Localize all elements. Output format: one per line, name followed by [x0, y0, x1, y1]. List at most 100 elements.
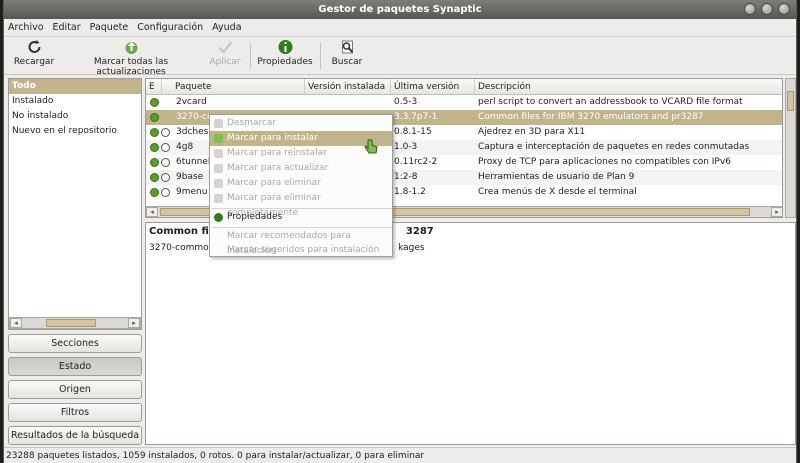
info-icon	[214, 213, 223, 222]
description-title-start: Common fi	[149, 226, 209, 237]
menu-separator	[212, 208, 392, 209]
not-installed-icon[interactable]	[150, 113, 159, 122]
menu-item-mark-upgrade[interactable]: Marcar para actualizar	[210, 161, 392, 176]
filter-list-scrollbar[interactable]: ◂ ▸	[9, 317, 141, 329]
menu-ayuda[interactable]: Ayuda	[212, 22, 241, 33]
window-controls	[744, 3, 790, 15]
supported-icon	[161, 128, 170, 137]
table-row[interactable]: 2vcard 0.5-3 perl script to convert an a…	[146, 95, 782, 110]
reload-icon	[28, 40, 40, 53]
table-vertical-scrollbar[interactable]	[785, 78, 796, 218]
package-description: Crea menús de X desde el terminal	[478, 187, 637, 197]
menu-archivo[interactable]: Archivo	[8, 22, 44, 33]
package-description: Ajedrez en 3D para X11	[478, 127, 586, 137]
column-header-package[interactable]: Paquete	[172, 79, 305, 95]
synaptic-window: Gestor de paquetes Synaptic Archivo Edit…	[3, 0, 797, 463]
column-header-status[interactable]: E	[146, 79, 162, 95]
upgrade-icon	[214, 164, 223, 173]
scroll-right-button[interactable]: ▸	[771, 207, 782, 217]
title-bar: Gestor de paquetes Synaptic	[4, 0, 796, 19]
latest-version: 1:2-8	[394, 172, 418, 182]
supported-icon	[161, 188, 170, 197]
unmark-icon	[214, 119, 223, 128]
menu-editar[interactable]: Editar	[53, 22, 81, 33]
status-bar: 23288 paquetes listados, 1059 instalados…	[4, 447, 796, 463]
package-description: Captura e interceptación de paquetes en …	[478, 142, 750, 152]
menu-item-label: Desmarcar	[227, 118, 277, 128]
column-header-description[interactable]: Descripción	[475, 79, 782, 95]
menu-item-label: Marcar para actualizar	[227, 163, 329, 173]
menu-item-mark-suggested[interactable]: Marcar sugeridos para instalación	[210, 243, 392, 258]
latest-version: 0.5-3	[394, 97, 418, 107]
menu-item-mark-purge[interactable]: Marcar para eliminar completamente	[210, 191, 392, 218]
apply-checkmark-icon	[218, 41, 232, 54]
sections-button[interactable]: Secciones	[8, 334, 142, 353]
mark-all-label: Marcar todas las actualizaciones	[93, 57, 169, 77]
minimize-button[interactable]	[744, 3, 756, 15]
properties-label: Propiedades	[257, 57, 313, 67]
menu-item-label: Marcar para reinstalar	[227, 148, 327, 158]
menu-item-unmark[interactable]: Desmarcar	[210, 116, 392, 131]
menu-item-label: Marcar para instalar	[227, 133, 318, 143]
menu-configuracion[interactable]: Configuración	[137, 22, 203, 33]
purge-icon	[214, 194, 223, 203]
status-button[interactable]: Estado	[8, 357, 142, 376]
search-button[interactable]: Buscar	[326, 39, 368, 67]
reload-button[interactable]: Recargar	[12, 39, 56, 67]
properties-button[interactable]: Propiedades	[255, 39, 315, 67]
not-installed-icon[interactable]	[150, 188, 159, 197]
latest-version: 0.8.1-15	[394, 127, 432, 137]
scroll-thumb[interactable]	[787, 91, 794, 111]
scroll-left-button[interactable]: ◂	[146, 207, 158, 217]
package-name: 2vcard	[176, 97, 207, 107]
filter-item-todo[interactable]: Todo	[9, 79, 141, 94]
scroll-right-button[interactable]: ▸	[128, 318, 140, 328]
maximize-button[interactable]	[761, 3, 773, 15]
upgrade-icon	[125, 42, 137, 54]
filter-item-nuevo[interactable]: Nuevo en el repositorio	[9, 124, 141, 139]
latest-version: 0.11rc2-2	[394, 157, 438, 167]
window-title: Gestor de paquetes Synaptic	[318, 4, 482, 15]
menu-paquete[interactable]: Paquete	[90, 22, 129, 33]
not-installed-icon[interactable]	[150, 128, 159, 137]
menu-item-properties[interactable]: Propiedades	[210, 210, 392, 225]
menu-item-mark-recommended[interactable]: Marcar recomendados para instalación	[210, 229, 392, 256]
filters-button[interactable]: Filtros	[8, 403, 142, 422]
remove-icon	[214, 179, 223, 188]
installed-version	[308, 95, 388, 110]
not-installed-icon[interactable]	[150, 173, 159, 182]
not-installed-icon[interactable]	[150, 98, 159, 107]
filter-item-instalado[interactable]: Instalado	[9, 94, 141, 109]
column-header-installed-version[interactable]: Versión instalada	[305, 79, 391, 95]
description-title-end: 3287	[405, 226, 434, 237]
not-installed-icon[interactable]	[150, 158, 159, 167]
column-header-latest-version[interactable]: Última versión	[391, 79, 475, 95]
menu-bar: Archivo Editar Paquete Configuración Ayu…	[4, 19, 796, 37]
menu-item-label: Propiedades	[227, 212, 283, 222]
toolbar-separator	[250, 43, 251, 69]
scroll-thumb[interactable]	[46, 319, 96, 327]
description-summary-end: kages	[398, 243, 425, 253]
menu-item-mark-remove[interactable]: Marcar para eliminar	[210, 176, 392, 191]
package-description: Proxy de TCP para aplicaciones no compat…	[478, 157, 731, 167]
scroll-left-button[interactable]: ◂	[10, 318, 22, 328]
package-description: Common files for IBM 3270 emulators and …	[478, 112, 704, 122]
install-icon	[214, 134, 223, 143]
info-icon	[278, 40, 292, 54]
latest-version: 1.0-3	[394, 142, 418, 152]
toolbar: Recargar Marcar todas las actualizacione…	[4, 37, 796, 77]
package-description: perl script to convert an addressbook to…	[478, 97, 743, 107]
search-results-button[interactable]: Resultados de la búsqueda	[8, 426, 142, 445]
apply-label: Aplicar	[209, 57, 241, 67]
reload-label: Recargar	[13, 57, 55, 67]
menu-item-label: Marcar sugeridos para instalación	[227, 245, 380, 255]
filter-list: Todo Instalado No instalado Nuevo en el …	[8, 78, 142, 330]
apply-button[interactable]: Aplicar	[206, 39, 244, 67]
origin-button[interactable]: Origen	[8, 380, 142, 399]
filter-item-no-instalado[interactable]: No instalado	[9, 109, 141, 124]
not-installed-icon[interactable]	[150, 143, 159, 152]
close-button[interactable]	[778, 3, 790, 15]
mark-all-upgrades-button[interactable]: Marcar todas las actualizaciones	[60, 39, 202, 77]
hand-cursor-icon	[364, 139, 378, 154]
table-header: E Paquete Versión instalada Última versi…	[146, 79, 782, 95]
